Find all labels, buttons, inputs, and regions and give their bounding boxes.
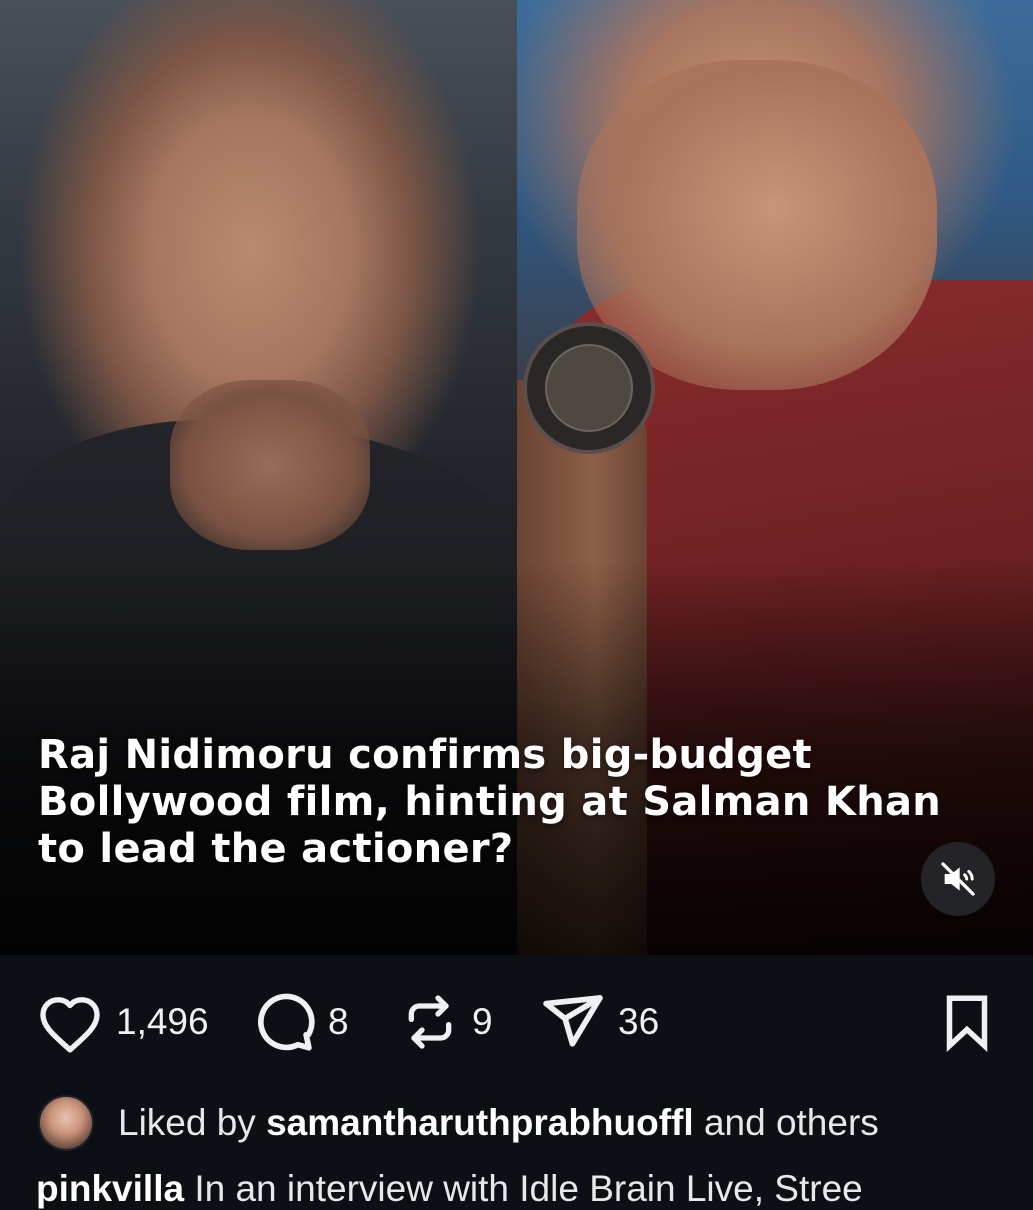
send-paper-plane-icon	[543, 995, 603, 1047]
comment-count: 8	[328, 1001, 349, 1042]
like-button[interactable]: 1,496	[34, 987, 209, 1057]
comment-bubble-icon	[258, 993, 315, 1051]
liked-by-suffix[interactable]: and others	[704, 1102, 879, 1143]
repost-button[interactable]: 9	[398, 987, 493, 1057]
liked-by-row[interactable]: Liked by samantharuthprabhuoffl and othe…	[38, 1093, 879, 1153]
post-caption: pinkvilla In an interview with Idle Brai…	[36, 1168, 1033, 1210]
post-headline: Raj Nidimoru confirms big-budget Bollywo…	[38, 732, 942, 872]
caption-username[interactable]: pinkvilla	[36, 1168, 184, 1209]
wristwatch-face	[545, 344, 633, 432]
heart-icon	[40, 997, 100, 1053]
save-button[interactable]	[937, 987, 997, 1057]
liked-by-text: Liked by samantharuthprabhuoffl and othe…	[118, 1102, 879, 1144]
wristwatch	[523, 322, 655, 454]
repost-count: 9	[472, 1001, 493, 1042]
comment-button[interactable]: 8	[250, 987, 349, 1057]
bookmark-icon	[946, 995, 988, 1053]
like-count: 1,496	[116, 1001, 209, 1042]
repost-arrows-icon	[408, 995, 452, 1049]
liker-avatar[interactable]	[38, 1095, 94, 1151]
action-bar: 1,496 8 9 36	[0, 955, 1033, 1085]
post-media[interactable]: Raj Nidimoru confirms big-budget Bollywo…	[0, 0, 1033, 955]
share-count: 36	[618, 1001, 660, 1042]
liked-by-username[interactable]: samantharuthprabhuoffl	[266, 1102, 694, 1143]
speaker-muted-icon	[941, 862, 975, 896]
mute-button[interactable]	[921, 842, 995, 916]
liked-by-prefix: Liked by	[118, 1102, 256, 1143]
caption-text: In an interview with Idle Brain Live, St…	[194, 1168, 863, 1209]
share-button[interactable]: 36	[538, 987, 659, 1057]
photo-left-neck	[170, 380, 370, 550]
